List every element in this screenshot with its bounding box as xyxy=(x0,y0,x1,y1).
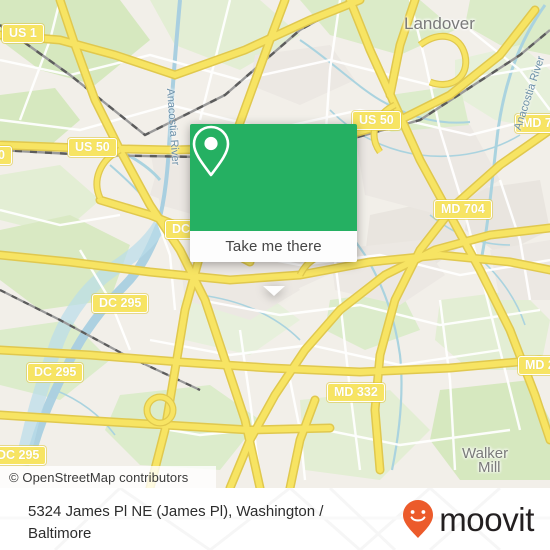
road-shield[interactable]: 50 xyxy=(0,146,12,165)
moovit-pin-icon xyxy=(403,500,434,538)
moovit-logo[interactable]: moovit xyxy=(402,488,534,550)
road-shield[interactable]: DC 295 xyxy=(92,294,149,313)
popup-cta-bar[interactable]: Take me there xyxy=(190,231,357,262)
road-shield[interactable]: US 50 xyxy=(68,138,117,157)
road-shield[interactable]: US 1 xyxy=(2,24,44,43)
place-label-landover: Landover xyxy=(404,14,475,33)
road-shield[interactable]: MD 2 xyxy=(518,356,550,375)
map-pin-icon xyxy=(192,125,230,177)
road-shield[interactable]: DC 295 xyxy=(27,363,84,382)
take-me-there-label: Take me there xyxy=(225,238,322,255)
road-shield[interactable]: US 50 xyxy=(352,111,401,130)
road-shield[interactable]: DC 295 xyxy=(0,446,47,465)
address-line-2: Baltimore xyxy=(28,525,92,542)
moovit-map-screenshot: US 1 US 50 50 US 50 MD 704 MD 704 DC DC … xyxy=(0,0,550,550)
road-shield[interactable]: MD 704 xyxy=(434,200,492,219)
popup-image-area xyxy=(190,124,357,231)
osm-attribution-text: © OpenStreetMap contributors xyxy=(9,469,189,485)
footer-bar: 5324 James Pl NE (James Pl), Washington … xyxy=(0,488,550,550)
moovit-wordmark: moovit xyxy=(439,500,534,538)
road-shield[interactable]: MD 332 xyxy=(327,383,385,402)
address-line-1: 5324 James Pl NE (James Pl), Washington … xyxy=(28,503,324,520)
map-popup-card[interactable]: Take me there xyxy=(190,124,357,296)
location-address: 5324 James Pl NE (James Pl), Washington … xyxy=(28,488,388,545)
popup-tail xyxy=(263,286,285,296)
osm-attribution[interactable]: © OpenStreetMap contributors xyxy=(0,466,216,488)
map-canvas[interactable]: US 1 US 50 50 US 50 MD 704 MD 704 DC DC … xyxy=(0,0,550,488)
place-label-mill: Mill xyxy=(478,459,501,476)
